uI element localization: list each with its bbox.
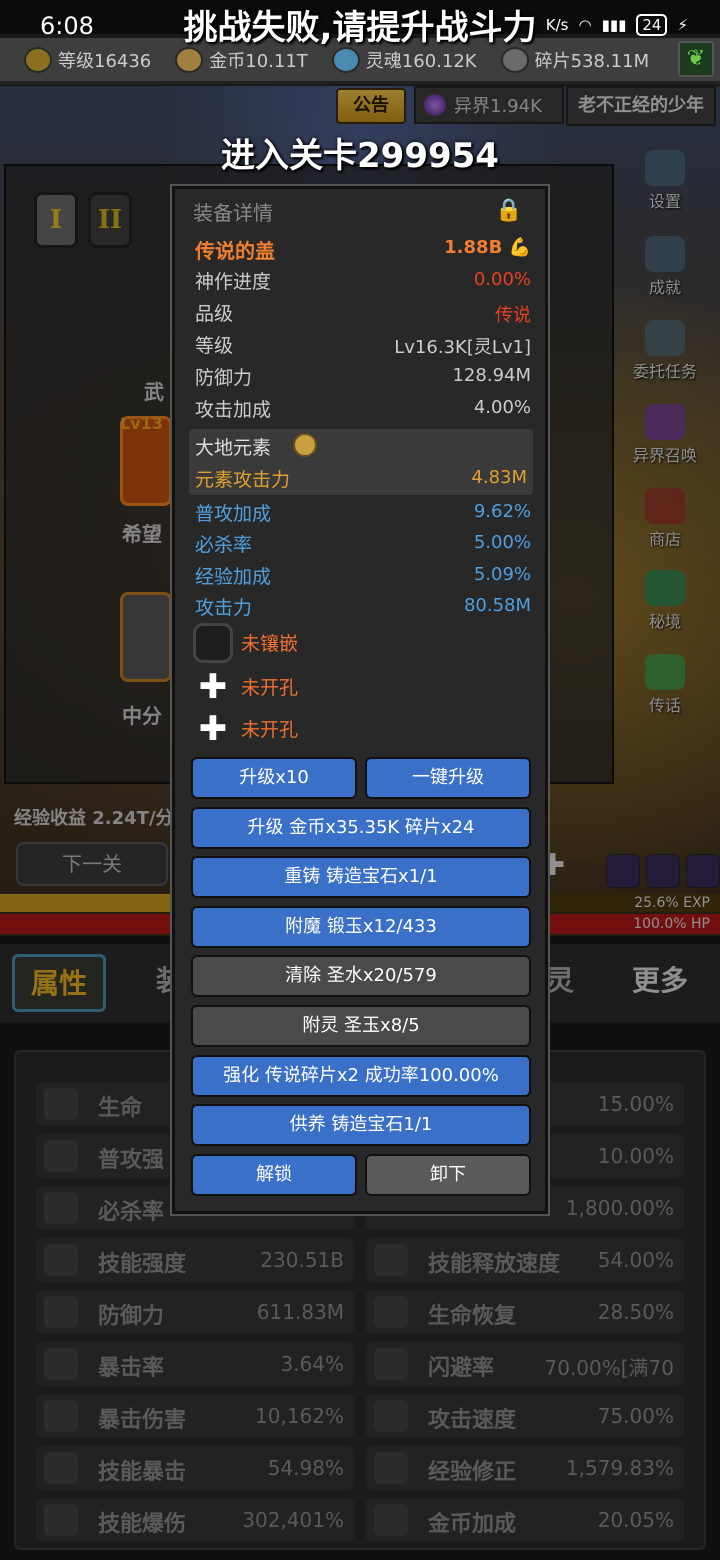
challenge-fail-toast: 挑战失败,请提升战斗力	[183, 8, 537, 48]
one-click-upgrade-button[interactable]: 一键升级	[365, 757, 531, 799]
resource-gold: 金币10.11T	[151, 46, 308, 73]
crown-icon	[24, 46, 52, 73]
upgrade-button[interactable]: 升级 金币x35.35K 碎片x24	[191, 807, 531, 849]
stat-row: 神作进度 0.00%	[195, 269, 531, 293]
unequip-button[interactable]: 卸下	[365, 1154, 531, 1196]
resource-shard: 碎片538.11M	[477, 46, 649, 73]
lock-icon[interactable]: 🔒	[491, 193, 527, 229]
nurture-button[interactable]: 供养 铸造宝石1/1	[191, 1104, 531, 1146]
gem-socket[interactable]	[193, 623, 233, 663]
element-title: 大地元素	[195, 437, 272, 459]
strengthen-button[interactable]: 强化 传说碎片x2 成功率100.00%	[191, 1055, 531, 1097]
clear-button[interactable]: 清除 圣水x20/579	[191, 955, 531, 997]
socket-label: 未镶嵌	[241, 633, 299, 655]
stat-row: 等级 Lv16.3K[灵Lv1]	[195, 335, 531, 358]
affix-row: 普攻加成 9.62%	[195, 501, 531, 525]
enter-stage-toast: 进入关卡299954	[221, 136, 499, 176]
stat-row: 品级 传说	[195, 303, 531, 326]
affix-row: 攻击力 80.58M	[195, 595, 531, 619]
item-name: 传说的盖	[195, 239, 275, 263]
equipment-detail-dialog: 装备详情 🔒 传说的盖 1.88B 💪 神作进度 0.00% 品级 传说 等级 Lv1…	[172, 186, 548, 1214]
game-screen: 6:08 K/s ◠ ▮▮▮ 24 ⚡ 等级16436 金币10.11T 灵魂1…	[0, 0, 720, 1560]
item-name-row: 传说的盖 1.88B 💪	[195, 235, 531, 265]
stat-row: 防御力 128.94M	[195, 365, 531, 389]
stat-row: 攻击加成 4.00%	[195, 397, 531, 421]
unlock-button[interactable]: 解锁	[191, 1154, 357, 1196]
element-attack-row: 元素攻击力 4.83M	[195, 467, 527, 491]
coin-icon	[175, 46, 204, 73]
reforge-button[interactable]: 重铸 铸造宝石x1/1	[191, 856, 531, 898]
item-power: 1.88B 💪	[444, 237, 531, 258]
earth-element-icon	[293, 433, 317, 457]
add-socket-icon[interactable]: ✚	[193, 709, 233, 749]
shard-icon	[500, 46, 529, 73]
affix-row: 必杀率 5.00%	[195, 532, 531, 556]
element-box: 大地元素 元素攻击力 4.83M	[189, 429, 533, 495]
dialog-title: 装备详情	[193, 201, 273, 225]
socket-label: 未开孔	[241, 719, 299, 741]
upgrade-x10-button[interactable]: 升级x10	[191, 757, 357, 799]
affix-row: 经验加成 5.09%	[195, 564, 531, 588]
socket-label: 未开孔	[241, 677, 299, 699]
soul-icon	[331, 46, 360, 73]
spirit-attach-button[interactable]: 附灵 圣玉x8/5	[191, 1005, 531, 1047]
add-socket-icon[interactable]: ✚	[193, 667, 233, 707]
resource-soul: 灵魂160.12K	[308, 46, 477, 73]
resource-level: 等级16436	[0, 46, 151, 73]
enchant-button[interactable]: 附魔 锻玉x12/433	[191, 906, 531, 948]
muscle-icon: 💪	[508, 237, 531, 258]
